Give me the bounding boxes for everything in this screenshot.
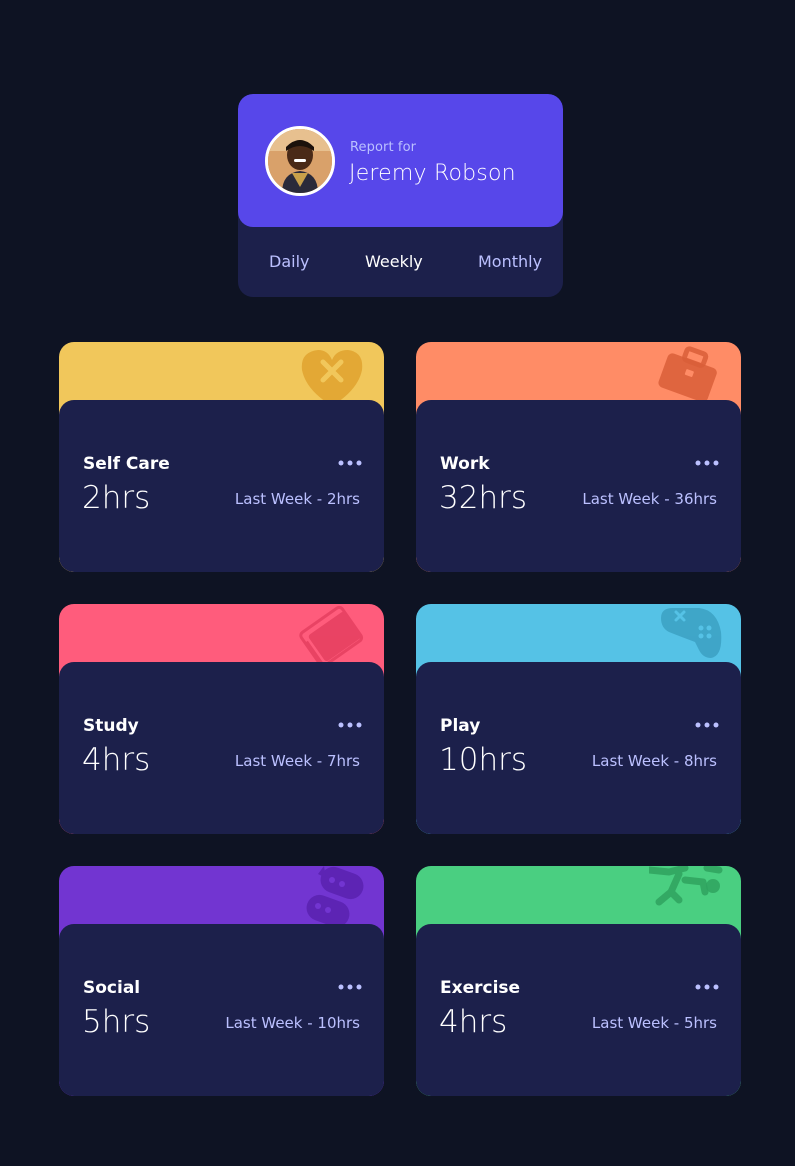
card-body: Study 4hrs Last Week - 7hrs (59, 662, 384, 834)
card-title: Social (83, 978, 141, 998)
card-previous: Last Week - 5hrs (591, 1014, 717, 1032)
ellipsis-icon[interactable] (338, 458, 362, 468)
card-body: Exercise 4hrs Last Week - 5hrs (416, 924, 741, 1096)
ellipsis-icon[interactable] (338, 720, 362, 730)
card-previous: Last Week - 36hrs (582, 490, 717, 508)
avatar (265, 126, 335, 196)
card-previous: Last Week - 10hrs (225, 1014, 360, 1032)
card-previous: Last Week - 2hrs (234, 490, 360, 508)
card-work: Work 32hrs Last Week - 36hrs (416, 342, 741, 572)
card-title: Play (440, 716, 481, 736)
person-avatar-icon (268, 129, 332, 193)
card-social: Social 5hrs Last Week - 10hrs (59, 866, 384, 1096)
card-hours: 32hrs (439, 480, 527, 516)
card-hours: 4hrs (439, 1004, 508, 1040)
card-previous: Last Week - 7hrs (234, 752, 360, 770)
card-hours: 4hrs (82, 742, 151, 778)
card-hours: 5hrs (82, 1004, 151, 1040)
tab-daily[interactable]: Daily (269, 252, 309, 271)
card-previous: Last Week - 8hrs (591, 752, 717, 770)
card-body: Play 10hrs Last Week - 8hrs (416, 662, 741, 834)
ellipsis-icon[interactable] (695, 458, 719, 468)
ellipsis-icon[interactable] (338, 982, 362, 992)
card-play: Play 10hrs Last Week - 8hrs (416, 604, 741, 834)
card-title: Self Care (83, 454, 170, 474)
profile-header: Report for Jeremy Robson (238, 94, 563, 227)
card-body: Work 32hrs Last Week - 36hrs (416, 400, 741, 572)
card-body: Social 5hrs Last Week - 10hrs (59, 924, 384, 1096)
ellipsis-icon[interactable] (695, 720, 719, 730)
tab-monthly[interactable]: Monthly (478, 252, 542, 271)
card-exercise: Exercise 4hrs Last Week - 5hrs (416, 866, 741, 1096)
tab-weekly[interactable]: Weekly (365, 252, 423, 271)
card-title: Study (83, 716, 139, 736)
ellipsis-icon[interactable] (695, 982, 719, 992)
card-self-care: Self Care 2hrs Last Week - 2hrs (59, 342, 384, 572)
card-hours: 2hrs (82, 480, 151, 516)
card-title: Work (440, 454, 490, 474)
card-study: Study 4hrs Last Week - 7hrs (59, 604, 384, 834)
report-for-label: Report for (350, 140, 417, 155)
user-name: Jeremy Robson (349, 161, 516, 186)
card-title: Exercise (440, 978, 521, 998)
card-hours: 10hrs (439, 742, 527, 778)
profile-card: Report for Jeremy Robson Daily Weekly Mo… (238, 94, 563, 297)
card-body: Self Care 2hrs Last Week - 2hrs (59, 400, 384, 572)
